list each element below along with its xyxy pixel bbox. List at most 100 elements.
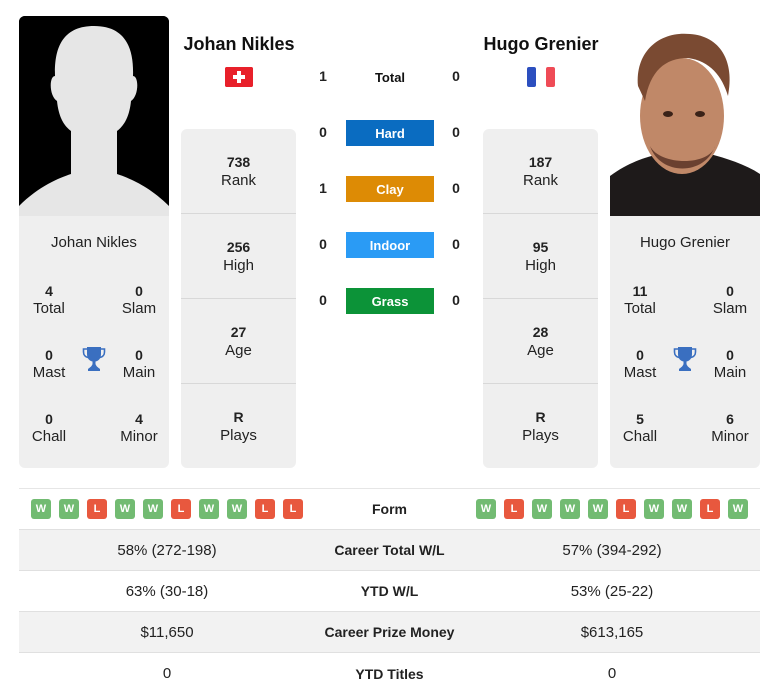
titles-minor-value: 4 [135, 411, 143, 427]
h2h-player2-value: 0 [452, 124, 460, 140]
age-label: Age [527, 341, 554, 359]
plays-cell: R Plays [181, 384, 296, 469]
surface-badge-indoor: Indoor [346, 232, 434, 258]
player2-ytd-titles: 0 [607, 665, 617, 682]
surface-badge-hard: Hard [346, 120, 434, 146]
ytd-titles-row: 0 YTD Titles 0 [19, 653, 760, 694]
titles-slam-value: 0 [726, 283, 734, 299]
titles-main: 0 Main [109, 347, 169, 381]
titles-chall-label: Chall [622, 428, 658, 445]
titles-mast-label: Mast [32, 364, 66, 381]
ytd-wl-label: YTD W/L [360, 583, 419, 599]
player2-ytd-wl: 53% (25-22) [570, 582, 654, 600]
titles-total-value: 4 [45, 283, 53, 299]
prize-money-label: Career Prize Money [324, 624, 455, 640]
career-wl-row: 58% (272-198) Career Total W/L 57% (394-… [19, 530, 760, 571]
h2h-player2-value: 0 [452, 68, 460, 84]
form-win-badge: W [199, 499, 219, 519]
h2h-player1-value: 0 [319, 236, 327, 252]
form-win-badge: W [115, 499, 135, 519]
form-win-badge: W [476, 499, 496, 519]
age-value: 27 [230, 323, 247, 340]
plays-label: Plays [522, 427, 559, 444]
player1-form-list: WWLWWLWWLL [19, 499, 315, 519]
form-win-badge: W [672, 499, 692, 519]
player2-titles-card: Hugo Grenier 11 Total 0 Slam 0 Mast 0 Main 5… [610, 216, 760, 468]
career-wl-label: Career Total W/L [334, 542, 445, 558]
player1-prize-money: $11,650 [140, 623, 194, 641]
player2-name-label[interactable]: Hugo Grenier [610, 234, 760, 251]
france-flag-icon [527, 67, 555, 87]
titles-chall-value: 5 [636, 411, 644, 427]
age-cell: 27 Age [181, 299, 296, 384]
form-loss-badge: L [616, 499, 636, 519]
h2h-player2-value: 0 [452, 292, 460, 308]
titles-slam-label: Slam [121, 300, 157, 317]
high-value: 95 [532, 238, 549, 255]
form-win-badge: W [143, 499, 163, 519]
high-label: High [223, 256, 254, 274]
rank-label: Rank [522, 171, 559, 189]
player1-career-wl: 58% (272-198) [117, 541, 217, 559]
titles-chall: 0 Chall [19, 411, 79, 445]
player-portrait-icon [610, 16, 760, 216]
h2h-player1-value: 1 [319, 68, 327, 84]
h2h-row-clay: 1 Clay 0 [310, 176, 470, 202]
titles-minor: 4 Minor [109, 411, 169, 445]
titles-main-value: 0 [726, 347, 734, 363]
comparison-table: WWLWWLWWLL Form WLWWWLWWLW 58% (272-198)… [19, 488, 760, 694]
player2-career-wl: 57% (394-292) [562, 541, 662, 559]
ytd-wl-row: 63% (30-18) YTD W/L 53% (25-22) [19, 571, 760, 612]
h2h-row-grass: 0 Grass 0 [310, 288, 470, 314]
titles-minor-label: Minor [711, 428, 749, 445]
titles-mast-value: 0 [45, 347, 53, 363]
high-value: 256 [226, 238, 251, 255]
titles-total-value: 11 [632, 283, 648, 299]
h2h-row-indoor: 0 Indoor 0 [310, 232, 470, 258]
surface-badge-clay: Clay [346, 176, 434, 202]
trophy-icon [82, 347, 106, 371]
plays-value: R [535, 409, 546, 425]
surface-badge-total: Total [374, 69, 406, 85]
silhouette-icon [19, 16, 169, 216]
player2-prize-money: $613,165 [580, 623, 644, 641]
titles-chall-label: Chall [31, 428, 67, 445]
h2h-player1-value: 0 [319, 124, 327, 140]
player1-ytd-titles: 0 [162, 665, 172, 682]
titles-chall-value: 0 [45, 411, 53, 427]
plays-cell: R Plays [483, 384, 598, 469]
plays-label: Plays [220, 427, 257, 444]
h2h-player1-value: 1 [319, 180, 327, 196]
titles-main-value: 0 [135, 347, 143, 363]
form-loss-badge: L [283, 499, 303, 519]
rank-cell: 187 Rank [483, 129, 598, 214]
titles-total: 4 Total [19, 283, 79, 317]
form-win-badge: W [560, 499, 580, 519]
player1-name-heading[interactable]: Johan Nikles [159, 34, 319, 55]
titles-total-label: Total [624, 300, 656, 317]
form-loss-badge: L [87, 499, 107, 519]
h2h-player2-value: 0 [452, 236, 460, 252]
form-win-badge: W [227, 499, 247, 519]
titles-minor: 6 Minor [700, 411, 760, 445]
rank-value: 187 [528, 153, 553, 170]
titles-slam-value: 0 [135, 283, 143, 299]
form-loss-badge: L [255, 499, 275, 519]
switzerland-flag-icon [225, 67, 253, 87]
player2-name-heading[interactable]: Hugo Grenier [461, 34, 621, 55]
player1-ytd-wl: 63% (30-18) [125, 582, 209, 600]
titles-mast-label: Mast [623, 364, 657, 381]
age-label: Age [225, 341, 252, 359]
h2h-row-hard: 0 Hard 0 [310, 120, 470, 146]
titles-main-label: Main [122, 364, 156, 381]
player2-form-list: WLWWWLWWLW [464, 499, 760, 519]
form-win-badge: W [532, 499, 552, 519]
trophy-icon [673, 347, 697, 371]
h2h-player2-value: 0 [452, 180, 460, 196]
titles-main-label: Main [713, 364, 747, 381]
titles-minor-value: 6 [726, 411, 734, 427]
h2h-row-total: 1 Total 0 [310, 64, 470, 90]
plays-value: R [233, 409, 244, 425]
player1-name-label[interactable]: Johan Nikles [19, 234, 169, 251]
rank-value: 738 [226, 153, 251, 170]
